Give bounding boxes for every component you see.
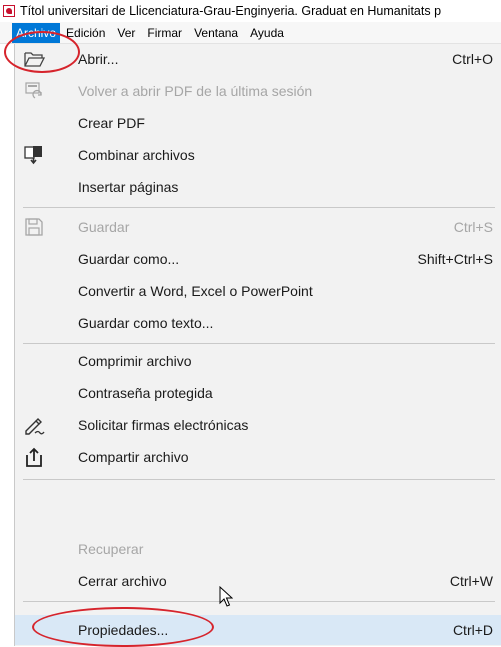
folder-open-icon — [24, 52, 45, 67]
menu-item-shortcut: Shift+Ctrl+S — [417, 251, 493, 267]
menu-item-reopen[interactable]: Volver a abrir PDF de la última sesión — [15, 76, 501, 106]
menu-item-label: Guardar como... — [78, 251, 180, 267]
menu-separator — [23, 479, 495, 480]
menu-item-shortcut: Ctrl+W — [449, 573, 493, 589]
menu-item-label: Crear PDF — [78, 115, 145, 131]
menu-item-compress[interactable]: Comprimir archivo — [15, 346, 501, 376]
menu-item-label: Volver a abrir PDF de la última sesión — [78, 83, 313, 99]
menu-item-label: Compartir archivo — [78, 449, 189, 465]
menu-ver[interactable]: Ver — [111, 23, 141, 43]
menu-item-properties[interactable]: Propiedades... Ctrl+D — [15, 615, 501, 645]
menu-item-label: Guardar — [78, 219, 130, 235]
menu-item-request-signatures[interactable]: Solicitar firmas electrónicas — [15, 410, 501, 440]
menu-item-convert[interactable]: Convertir a Word, Excel o PowerPoint — [15, 276, 501, 306]
menu-item-close-file[interactable]: Cerrar archivo Ctrl+W — [15, 566, 501, 596]
menu-item-shortcut: Ctrl+O — [452, 51, 493, 67]
menu-item-label: Cerrar archivo — [78, 573, 167, 589]
window-title: Títol universitari de Llicenciatura-Grau… — [20, 4, 442, 18]
menu-item-label: Convertir a Word, Excel o PowerPoint — [78, 283, 313, 299]
menu-separator — [23, 601, 495, 602]
menu-ventana[interactable]: Ventana — [188, 23, 244, 43]
menu-item-recover[interactable]: Recuperar — [15, 534, 501, 564]
menu-item-create-pdf[interactable]: Crear PDF — [15, 108, 501, 138]
menu-item-label: Contraseña protegida — [78, 385, 213, 401]
combine-files-icon — [24, 146, 42, 165]
menu-item-save-as-text[interactable]: Guardar como texto... — [15, 308, 501, 338]
menu-item-open[interactable]: Abrir... Ctrl+O — [15, 44, 501, 74]
window-title-bar: Títol universitari de Llicenciatura-Grau… — [0, 0, 501, 22]
menu-item-shortcut: Ctrl+D — [452, 622, 493, 638]
menu-separator — [23, 343, 495, 344]
menu-bar: Archivo Edición Ver Firmar Ventana Ayuda — [0, 22, 501, 44]
menu-item-label: Propiedades... — [78, 622, 169, 638]
mouse-cursor-icon — [219, 586, 233, 607]
menu-item-shortcut: Ctrl+S — [453, 219, 493, 235]
menu-item-label: Insertar páginas — [78, 179, 179, 195]
menu-item-label: Abrir... — [78, 51, 119, 67]
menu-item-label: Guardar como texto... — [78, 315, 214, 331]
menu-item-save[interactable]: Guardar Ctrl+S — [15, 212, 501, 242]
menu-item-save-as[interactable]: Guardar como... Shift+Ctrl+S — [15, 244, 501, 274]
menu-edicion[interactable]: Edición — [60, 23, 111, 43]
file-menu-dropdown: Abrir... Ctrl+O Volver a abrir PDF de la… — [14, 44, 501, 646]
menu-item-label: Comprimir archivo — [78, 353, 192, 369]
signature-pen-icon — [25, 418, 45, 435]
menu-item-label: Combinar archivos — [78, 147, 195, 163]
menu-item-insert-pages[interactable]: Insertar páginas — [15, 172, 501, 202]
menu-firmar[interactable]: Firmar — [141, 23, 188, 43]
menu-item-label: Recuperar — [78, 541, 144, 557]
menu-ayuda[interactable]: Ayuda — [244, 23, 290, 43]
menu-archivo[interactable]: Archivo — [12, 22, 61, 43]
menu-item-combine[interactable]: Combinar archivos — [15, 140, 501, 170]
menu-separator — [23, 207, 495, 208]
menu-item-label: Solicitar firmas electrónicas — [78, 417, 249, 433]
save-icon — [25, 218, 43, 236]
share-upload-icon — [26, 447, 42, 467]
acrobat-app-icon — [3, 5, 15, 17]
reopen-pdf-icon — [25, 82, 42, 99]
menu-item-share[interactable]: Compartir archivo — [15, 442, 501, 472]
menu-item-password[interactable]: Contraseña protegida — [15, 378, 501, 408]
